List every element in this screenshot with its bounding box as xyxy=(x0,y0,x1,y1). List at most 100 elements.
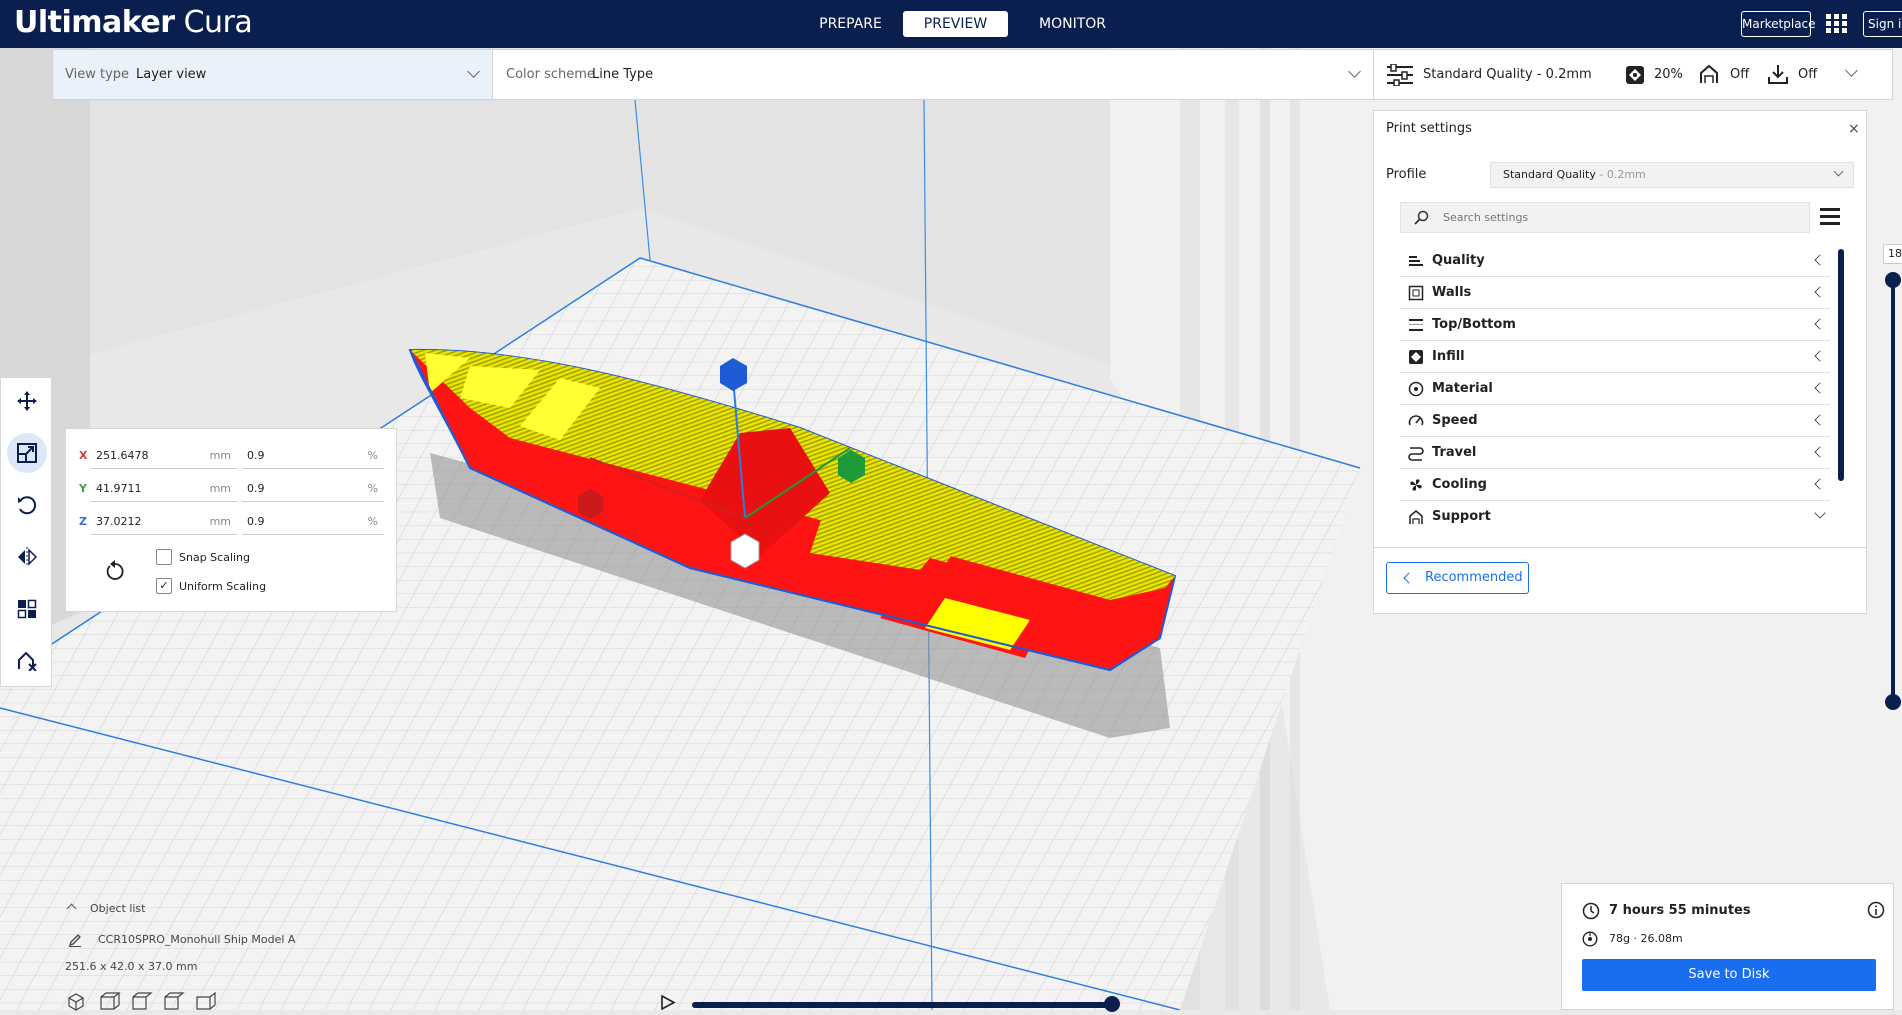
settings-menu-icon[interactable] xyxy=(1820,208,1840,226)
chevron-down-icon xyxy=(467,65,480,78)
center-handle[interactable] xyxy=(730,533,760,569)
x-size-field[interactable]: 251.6478 mm xyxy=(91,443,237,469)
material-icon xyxy=(1408,381,1424,397)
per-model-settings-icon xyxy=(17,599,37,619)
uniform-scaling-checkbox[interactable]: ✓ xyxy=(156,578,172,594)
category-material[interactable]: Material xyxy=(1400,373,1830,405)
adhesion-summary: Off xyxy=(1798,67,1818,82)
support-blocker-button[interactable] xyxy=(7,641,47,681)
layer-number-field[interactable]: 185 xyxy=(1883,244,1902,264)
y-axis-label: Y xyxy=(79,482,87,495)
profile-summary: Standard Quality - 0.2mm xyxy=(1423,67,1592,82)
layer-slider-track[interactable] xyxy=(1891,278,1895,703)
unit-label: mm xyxy=(209,515,231,528)
uniform-scaling-label: Uniform Scaling xyxy=(179,580,267,593)
z-size-value: 37.0212 xyxy=(96,515,142,528)
pencil-icon[interactable] xyxy=(68,933,82,947)
chevron-left-icon xyxy=(1814,286,1826,298)
category-cooling[interactable]: Cooling xyxy=(1400,469,1830,501)
layer-slider-upper-handle[interactable] xyxy=(1885,272,1901,288)
category-top-bottom[interactable]: Top/Bottom xyxy=(1400,309,1830,341)
support-summary: Off xyxy=(1730,67,1750,82)
snap-scaling-checkbox[interactable] xyxy=(156,549,172,565)
category-speed[interactable]: Speed xyxy=(1400,405,1830,437)
sign-in-button[interactable]: Sign in xyxy=(1863,11,1902,37)
support-blocker-icon xyxy=(18,651,37,671)
per-model-settings-button[interactable] xyxy=(7,589,47,629)
category-label: Travel xyxy=(1432,445,1477,460)
unit-label: % xyxy=(367,515,378,528)
object-dimensions: 251.6 x 42.0 x 37.0 mm xyxy=(65,960,198,973)
mirror-tool-button[interactable] xyxy=(7,537,47,577)
material-usage: 78g · 26.08m xyxy=(1609,932,1683,945)
save-to-disk-button[interactable]: Save to Disk xyxy=(1582,959,1876,991)
print-settings-title: Print settings xyxy=(1386,121,1472,136)
category-quality[interactable]: Quality xyxy=(1400,245,1830,277)
print-info-panel: 7 hours 55 minutes 78g · 26.08m Save to … xyxy=(1561,883,1894,1010)
rotate-icon xyxy=(18,496,37,515)
view-type-value: Layer view xyxy=(136,67,207,82)
reset-scale-icon[interactable] xyxy=(105,560,125,582)
search-settings-field[interactable] xyxy=(1400,202,1810,233)
category-label: Speed xyxy=(1432,413,1478,428)
support-icon xyxy=(1700,64,1718,83)
move-icon xyxy=(17,391,37,411)
marketplace-button[interactable]: Marketplace xyxy=(1741,11,1816,37)
category-support[interactable]: Support xyxy=(1400,501,1830,533)
simulation-slider-track[interactable] xyxy=(692,1002,1112,1008)
tab-prepare[interactable]: PREPARE xyxy=(798,11,903,37)
tab-monitor[interactable]: MONITOR xyxy=(1020,11,1125,37)
category-label: Infill xyxy=(1432,349,1465,364)
profile-select[interactable]: Standard Quality - 0.2mm xyxy=(1490,162,1854,188)
category-label: Quality xyxy=(1432,253,1485,268)
object-list-toggle[interactable]: Object list xyxy=(90,902,145,915)
x-percent-field[interactable]: 0.9% xyxy=(242,443,384,469)
z-size-field[interactable]: 37.0212 mm xyxy=(91,509,237,535)
close-icon[interactable]: × xyxy=(1848,121,1860,137)
rotate-tool-button[interactable] xyxy=(7,485,47,525)
object-name[interactable]: CCR10SPRO_Monohull Ship Model A xyxy=(98,933,295,946)
category-walls[interactable]: Walls xyxy=(1400,277,1830,309)
color-scheme-value: Line Type xyxy=(592,67,654,82)
chevron-left-icon xyxy=(1814,414,1826,426)
settings-scrollbar[interactable] xyxy=(1838,249,1844,481)
material-spool-icon xyxy=(1582,931,1598,947)
camera-view-icons[interactable] xyxy=(66,991,236,1012)
y-size-field[interactable]: 41.9711 mm xyxy=(91,476,237,502)
print-time: 7 hours 55 minutes xyxy=(1609,903,1751,918)
app-logo: Ultimaker Cura xyxy=(14,5,253,40)
z-percent-field[interactable]: 0.9% xyxy=(242,509,384,535)
category-infill[interactable]: Infill xyxy=(1400,341,1830,373)
profile-select-value: Standard Quality xyxy=(1503,168,1596,181)
category-label: Top/Bottom xyxy=(1432,317,1516,332)
category-travel[interactable]: Travel xyxy=(1400,437,1830,469)
move-tool-button[interactable] xyxy=(7,381,47,421)
scale-tool-button[interactable] xyxy=(7,433,47,473)
category-label: Support xyxy=(1432,509,1491,524)
search-input[interactable] xyxy=(1441,210,1791,225)
chevron-left-icon xyxy=(1814,318,1826,330)
y-size-value: 41.9711 xyxy=(96,482,142,495)
chevron-left-icon xyxy=(1814,350,1826,362)
view-type-dropdown[interactable]: View type Layer view xyxy=(53,50,493,99)
print-settings-summary[interactable]: Standard Quality - 0.2mm 20% Off Off xyxy=(1373,49,1893,100)
recommended-button[interactable]: Recommended xyxy=(1386,562,1529,594)
quality-icon xyxy=(1409,256,1423,266)
layer-slider-lower-handle[interactable] xyxy=(1885,694,1901,710)
chevron-down-icon xyxy=(1845,64,1858,77)
chevron-left-icon xyxy=(1814,382,1826,394)
snap-scaling-label: Snap Scaling xyxy=(179,551,251,564)
apps-grid-icon[interactable] xyxy=(1826,14,1848,34)
color-scheme-dropdown[interactable]: Color scheme Line Type xyxy=(494,50,1374,99)
chevron-left-icon xyxy=(1403,572,1415,584)
speed-icon xyxy=(1408,415,1424,426)
top-bar: Ultimaker Cura PREPARE PREVIEW MONITOR M… xyxy=(0,0,1902,48)
scale-tool-panel: X 251.6478 mm 0.9% Y 41.9711 mm 0.9% Z 37.… xyxy=(65,428,397,612)
x-axis-label: X xyxy=(79,449,88,462)
mirror-icon xyxy=(18,547,37,567)
info-icon[interactable] xyxy=(1867,901,1885,919)
unit-label: % xyxy=(367,449,378,462)
tab-preview[interactable]: PREVIEW xyxy=(903,11,1008,37)
y-percent-field[interactable]: 0.9% xyxy=(242,476,384,502)
play-icon[interactable] xyxy=(660,995,676,1010)
